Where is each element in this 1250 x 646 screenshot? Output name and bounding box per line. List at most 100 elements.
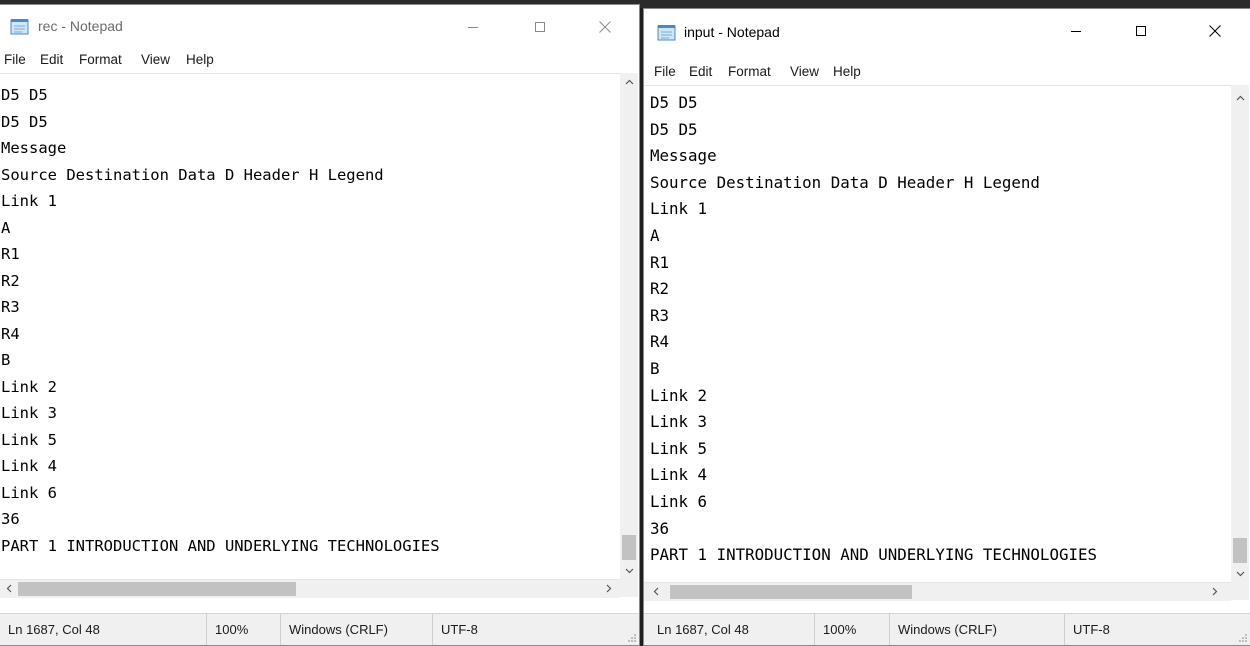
window-title: rec - Notepad	[38, 18, 123, 34]
text-line: Source Destination Data D Header H Legen…	[1, 165, 384, 184]
status-zoom: 100%	[206, 614, 280, 645]
menu-file[interactable]: File	[4, 52, 26, 67]
horizontal-scrollbar[interactable]	[644, 582, 1231, 601]
menu-bar: File Edit Format View Help	[644, 61, 1250, 85]
chevron-up-icon	[625, 79, 633, 84]
chevron-left-icon	[653, 587, 659, 596]
status-line-ending: Windows (CRLF)	[280, 614, 432, 645]
text-line: A	[650, 225, 660, 245]
scroll-down-button[interactable]	[620, 562, 638, 579]
text-line: Link 4	[1, 457, 57, 475]
scroll-left-button[interactable]	[647, 583, 665, 600]
scroll-right-button[interactable]	[1206, 583, 1224, 600]
text-line: R4	[650, 332, 670, 352]
minimize-icon	[1071, 31, 1081, 32]
close-icon	[599, 21, 611, 33]
maximize-icon	[1136, 26, 1146, 36]
status-cursor-position: Ln 1687, Col 48	[657, 622, 749, 637]
close-icon	[1209, 25, 1221, 37]
maximize-button[interactable]	[517, 5, 563, 49]
text-editor[interactable]: D5 D5 D5 D5 Message Source Destination Data…	[0, 73, 620, 580]
minimize-icon	[468, 27, 478, 28]
status-bar: Ln 1687, Col 48 100% Windows (CRLF) UTF-…	[644, 613, 1250, 645]
status-encoding: UTF-8	[1064, 614, 1174, 645]
resize-grip-icon[interactable]	[627, 633, 637, 643]
notepad-window-input[interactable]: input - Notepad File Edit Format View He…	[643, 8, 1250, 646]
scroll-right-button[interactable]	[600, 580, 618, 597]
resize-grip-icon[interactable]	[1238, 633, 1248, 643]
text-line: 36	[650, 518, 670, 538]
vertical-scroll-thumb[interactable]	[1233, 538, 1247, 563]
scroll-up-button[interactable]	[620, 73, 638, 90]
menu-help[interactable]: Help	[833, 64, 861, 79]
text-line: Message	[1, 139, 67, 157]
text-editor[interactable]: D5 D5 D5 D5 Message Source Destination Data…	[644, 85, 1231, 583]
notepad-icon	[657, 24, 677, 41]
status-encoding: UTF-8	[432, 614, 542, 645]
title-bar[interactable]: input - Notepad	[644, 9, 1250, 53]
text-line: D5 D5	[1, 112, 48, 131]
text-line: B	[650, 358, 660, 378]
text-line: Link 3	[650, 412, 708, 432]
text-line: PART 1 INTRODUCTION AND UNDERLYING TECHN…	[1, 536, 440, 555]
menu-bar: File Edit Format View Help	[0, 49, 639, 73]
notepad-window-rec[interactable]: rec - Notepad File Edit Format View Help…	[0, 4, 640, 646]
text-line: Link 6	[1, 483, 57, 502]
chevron-right-icon	[1212, 587, 1218, 596]
chevron-down-icon	[625, 568, 633, 573]
scroll-down-button[interactable]	[1231, 565, 1249, 582]
text-line: R2	[650, 279, 670, 299]
text-line: D5 D5	[650, 119, 698, 139]
text-line: PART 1 INTRODUCTION AND UNDERLYING TECHN…	[650, 545, 1097, 565]
vertical-scrollbar[interactable]	[1231, 85, 1249, 582]
text-line: Link 5	[650, 438, 708, 458]
menu-file[interactable]: File	[654, 64, 676, 79]
window-title: input - Notepad	[684, 24, 780, 40]
minimize-button[interactable]	[450, 5, 496, 49]
menu-view[interactable]: View	[790, 64, 819, 79]
document-lines: D5 D5 D5 D5 Message Source Destination Data…	[644, 86, 1231, 569]
menu-format[interactable]: Format	[79, 52, 122, 67]
maximize-icon	[535, 22, 545, 32]
horizontal-scroll-thumb[interactable]	[18, 582, 296, 596]
horizontal-scrollbar[interactable]	[0, 579, 620, 598]
minimize-button[interactable]	[1053, 9, 1099, 53]
text-line: Link 2	[1, 377, 57, 396]
chevron-up-icon	[1236, 95, 1244, 100]
status-line-ending: Windows (CRLF)	[889, 614, 1064, 645]
close-button[interactable]	[582, 5, 628, 49]
text-line: D5 D5	[1, 86, 48, 104]
menu-format[interactable]: Format	[728, 64, 771, 79]
menu-help[interactable]: Help	[186, 52, 214, 67]
status-zoom: 100%	[814, 614, 889, 645]
notepad-icon	[10, 18, 30, 35]
text-line: 36	[1, 510, 20, 528]
chevron-down-icon	[1236, 571, 1244, 576]
scrollbar-corner	[1231, 582, 1249, 600]
text-line: R1	[650, 252, 670, 272]
title-bar[interactable]: rec - Notepad	[0, 5, 639, 49]
menu-view[interactable]: View	[141, 52, 170, 67]
horizontal-scroll-thumb[interactable]	[670, 585, 912, 599]
text-line: Link 5	[1, 430, 57, 449]
chevron-right-icon	[606, 584, 612, 593]
menu-edit[interactable]: Edit	[40, 52, 63, 67]
text-line: Link 6	[650, 491, 708, 511]
text-line: R3	[650, 305, 670, 325]
text-line: Link 3	[1, 404, 57, 422]
scroll-up-button[interactable]	[1231, 89, 1249, 106]
vertical-scrollbar[interactable]	[620, 73, 638, 579]
menu-edit[interactable]: Edit	[689, 64, 712, 79]
maximize-button[interactable]	[1118, 9, 1164, 53]
close-button[interactable]	[1192, 9, 1238, 53]
text-line: Source Destination Data D Header H Legen…	[650, 172, 1040, 192]
text-line: Message	[650, 146, 717, 166]
text-line: D5 D5	[650, 93, 698, 112]
vertical-scroll-thumb[interactable]	[622, 535, 636, 560]
text-line: R4	[1, 324, 20, 343]
status-cursor-position: Ln 1687, Col 48	[8, 622, 100, 637]
text-line: R2	[1, 271, 20, 290]
chevron-left-icon	[6, 584, 12, 593]
document-lines: D5 D5 D5 D5 Message Source Destination Data…	[0, 74, 620, 559]
scroll-left-button[interactable]	[0, 580, 18, 597]
